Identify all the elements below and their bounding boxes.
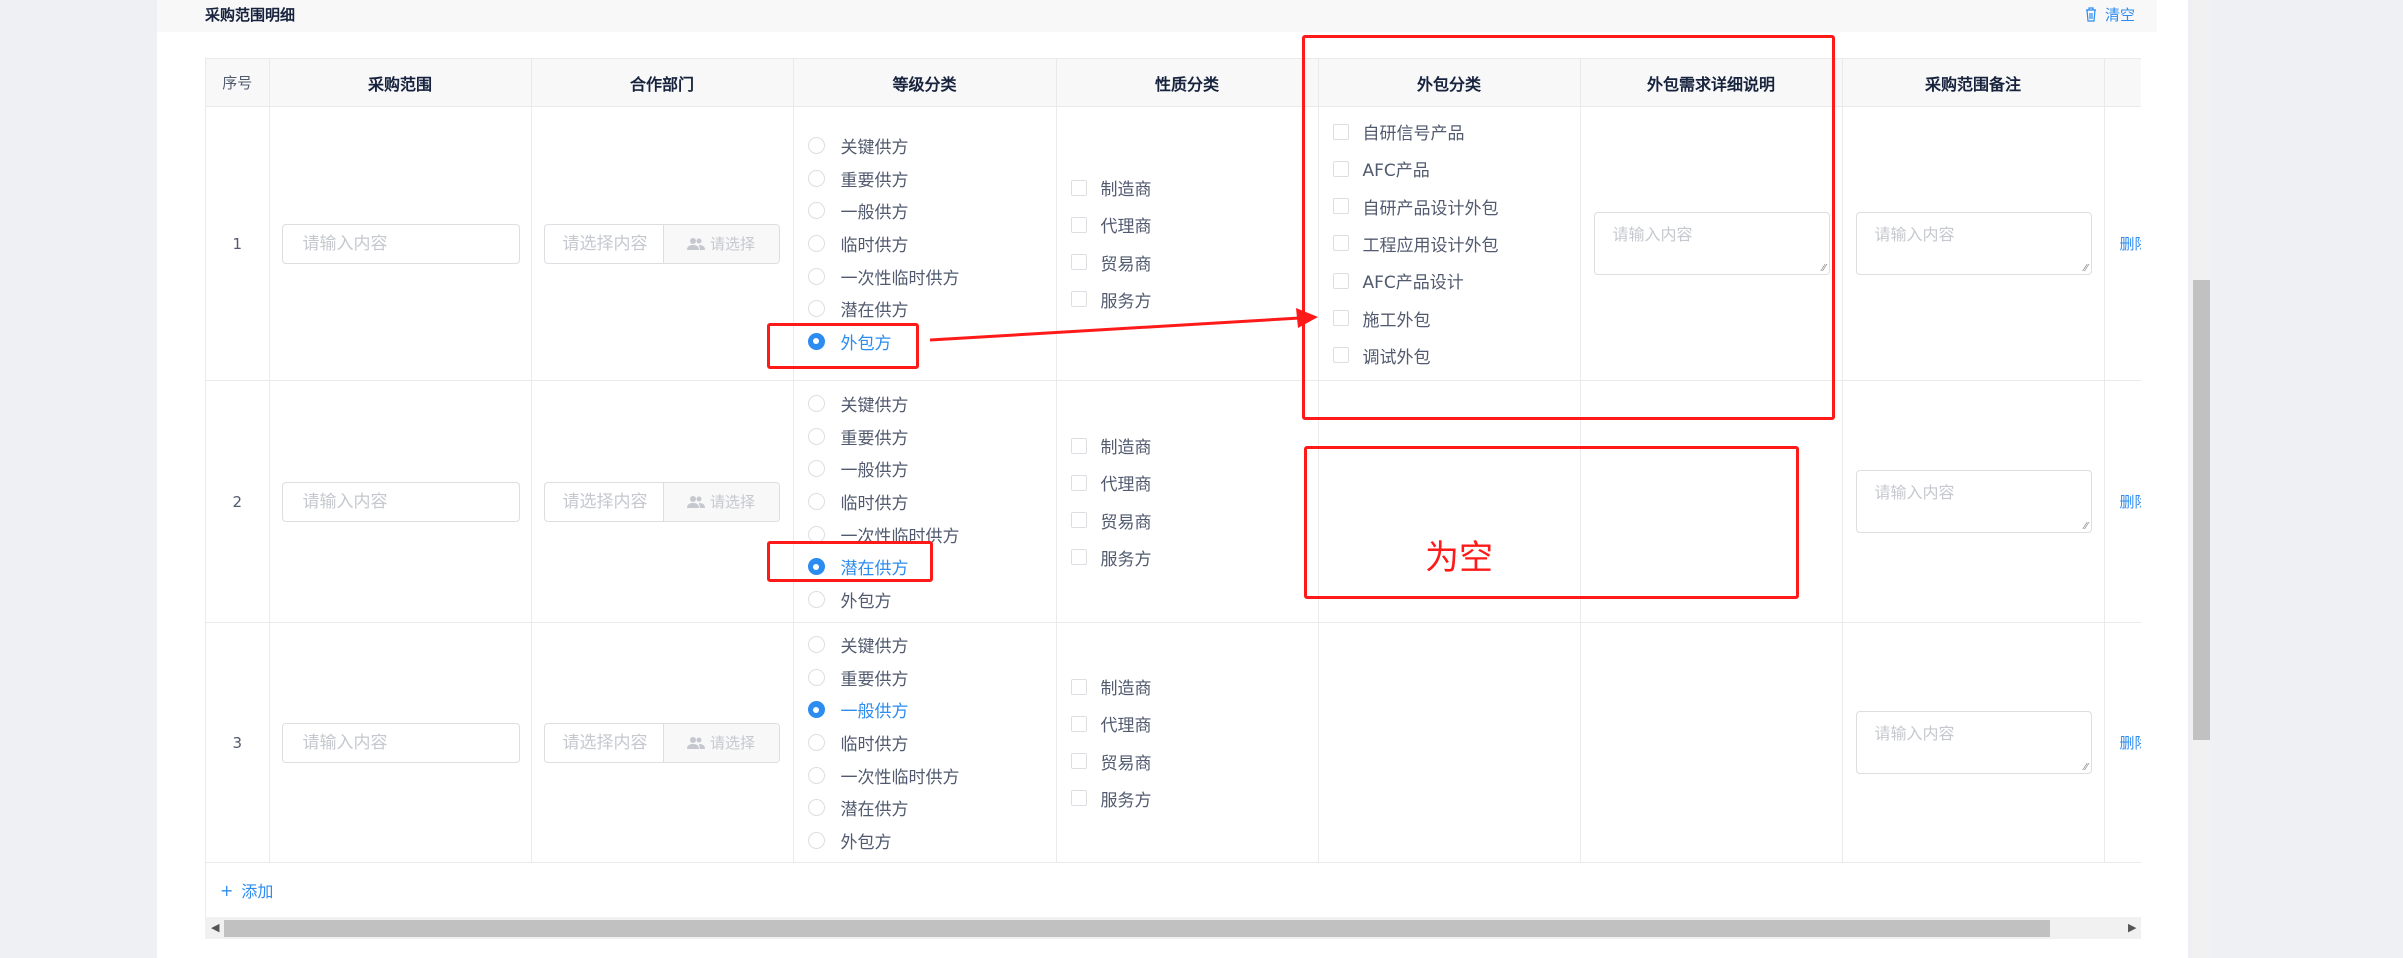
annotation-arrow [929, 308, 1318, 342]
annotation-box-outsource-options [1302, 35, 1835, 420]
annotation-box-potential-radio [767, 541, 933, 582]
annotation-note: 为空 [1425, 538, 1493, 578]
annotation-box-empty [1304, 446, 1799, 599]
